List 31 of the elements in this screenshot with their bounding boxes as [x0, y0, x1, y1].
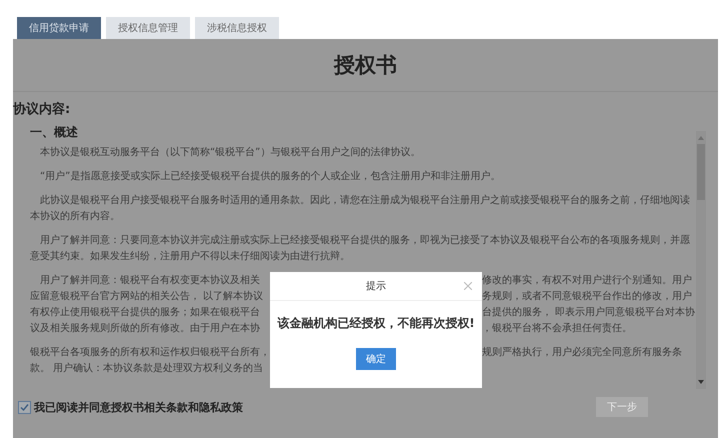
paragraph-text: 有权停止使用银税平台提供的服务；如果在银税平台 [30, 306, 261, 320]
tab[interactable]: 信用贷款申请 [17, 17, 101, 39]
agree-checkbox[interactable] [18, 400, 31, 414]
paragraph-text: 应留意银税平台官方网站的相关公告， 以了解本协议 [30, 290, 264, 304]
paragraph-text: 台提供的服务， 即表示用户同意银税平台对本协 [482, 306, 696, 320]
scrollbar-thumb[interactable] [697, 144, 705, 200]
paragraph-text: 修改的事实，有权不对用户进行个别通知。用户 [482, 274, 693, 288]
close-icon[interactable] [464, 282, 472, 290]
agreement-paragraph: 本协议是银税互动服务平台（以下简称“银税平台”）与银税平台用户之间的法律协议。 [39, 146, 422, 160]
paragraph-text: 务规则，或者不同意银税平台作出的修改，用户 [482, 290, 693, 304]
agree-label[interactable]: 我已阅读并同意授权书相关条款和隐私政策 [34, 400, 243, 414]
agreement-paragraph: 此协议是银税平台用户接受银税平台服务时适用的通用条款。因此，请您在注册成为银税平台注册用户之前或接受银税平台的服务之前，仔细地阅读本协议的所有内容。 [30, 194, 691, 224]
confirm-button[interactable]: 确定 [356, 348, 396, 370]
agreement-paragraph: 用户了解并同意：只要同意本协议并完成注册或实际上已经接受银税平台提供的服务，即视为已接受了本协议及银税平台公布的各项服务规则，并愿意受其约束。如果发生纠纷，注册用户不得以未仔细阅读为由进行抗辩。 [30, 234, 691, 264]
paragraph-text: 规则严格执行，用户必须完全同意所有服务条 [482, 346, 683, 360]
paragraph-text: 用户了解并同意：银税平台有权变更本协议及相关 [39, 274, 261, 288]
tab[interactable]: 授权信息管理 [106, 17, 190, 39]
scroll-down-icon[interactable] [698, 378, 704, 386]
tab[interactable]: 涉税信息授权 [195, 17, 279, 39]
scrollbar[interactable] [696, 131, 706, 389]
paragraph-text: ，银税平台将不会承担任何责任。 [482, 322, 633, 336]
scroll-up-icon[interactable] [698, 134, 704, 142]
dialog-message: 该金融机构已经授权，不能再次授权! [276, 315, 476, 332]
dialog-title: 提示 [366, 280, 386, 293]
paragraph-text: 银税平台各项服务的所有权和运作权归银税平台所有， [30, 346, 270, 360]
document-title: 授权书 [334, 52, 397, 79]
section-heading: 一、概述 [30, 124, 78, 141]
paragraph-text: 议及相关服务规则所做的所有修改。由于用户在本协 [30, 322, 261, 336]
section-label: 协议内容: [13, 100, 70, 118]
agreement-paragraph: “用户”是指愿意接受或实际上已经接受银税平台提供的服务的个人或企业，包含注册用户和非注册用户。 [39, 170, 502, 184]
paragraph-text: 款。 用户确认：本协议条款是处理双方权利义务的当 [30, 362, 264, 376]
